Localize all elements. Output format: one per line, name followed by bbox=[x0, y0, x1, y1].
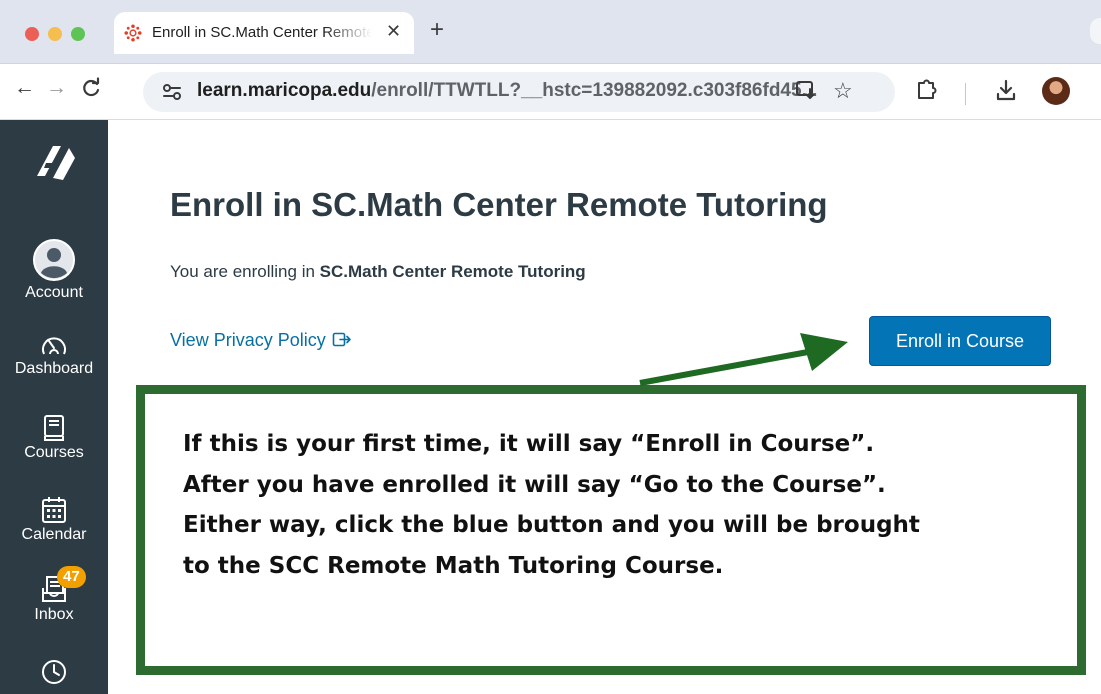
callout-line: If this is your first time, it will say … bbox=[183, 431, 875, 457]
bookmark-star-icon[interactable]: ☆ bbox=[833, 78, 853, 104]
extensions-puzzle-icon[interactable] bbox=[915, 76, 937, 104]
browser-toolbar: ← → learn.maricopa.edu/enroll/TTWTLL?__h… bbox=[0, 64, 1101, 120]
address-bar[interactable]: learn.maricopa.edu/enroll/TTWTLL?__hstc=… bbox=[143, 72, 895, 112]
new-tab-button[interactable]: + bbox=[430, 16, 444, 44]
download-icon[interactable] bbox=[995, 78, 1017, 104]
sidebar-item-label: Courses bbox=[24, 444, 84, 461]
sidebar-item-history[interactable] bbox=[0, 658, 108, 686]
clock-icon bbox=[42, 660, 66, 684]
minimize-window-button[interactable] bbox=[48, 27, 62, 41]
canvas-favicon-icon bbox=[124, 24, 142, 42]
calendar-icon bbox=[42, 497, 66, 523]
install-app-icon[interactable] bbox=[795, 79, 817, 101]
browser-tab-active[interactable]: Enroll in SC.Math Center Remote Tutoring… bbox=[114, 12, 414, 54]
callout-line: to the SCC Remote Math Tutoring Course. bbox=[183, 552, 724, 579]
callout-line: Either way, click the blue button and yo… bbox=[183, 512, 920, 538]
forward-arrow-icon[interactable]: → bbox=[46, 76, 67, 100]
maximize-window-button[interactable] bbox=[71, 27, 85, 41]
sidebar-item-label: Inbox bbox=[34, 606, 74, 623]
global-nav-sidebar: Account Dashboard Courses Calendar 47 In… bbox=[0, 120, 108, 694]
close-window-button[interactable] bbox=[25, 27, 39, 41]
maricopa-logo-icon[interactable] bbox=[29, 136, 81, 188]
back-arrow-icon[interactable]: ← bbox=[14, 76, 35, 100]
sidebar-item-dashboard[interactable]: Dashboard bbox=[0, 332, 108, 378]
profile-avatar[interactable] bbox=[1042, 77, 1070, 105]
book-icon bbox=[44, 415, 64, 441]
dashboard-gauge-icon bbox=[42, 337, 66, 355]
sidebar-item-courses[interactable]: Courses bbox=[0, 414, 108, 462]
sidebar-item-label: Dashboard bbox=[14, 360, 94, 377]
tab-search-button[interactable] bbox=[1090, 18, 1101, 44]
instruction-callout: If this is your first time, it will say … bbox=[136, 385, 1086, 675]
url-text[interactable]: learn.maricopa.edu/enroll/TTWTLL?__hstc=… bbox=[197, 80, 817, 102]
sidebar-item-account[interactable]: Account bbox=[0, 238, 108, 302]
sidebar-item-calendar[interactable]: Calendar bbox=[0, 496, 108, 544]
site-info-icon[interactable] bbox=[161, 81, 183, 103]
privacy-policy-link[interactable]: View Privacy Policy bbox=[170, 330, 352, 351]
course-name: SC.Math Center Remote Tutoring bbox=[319, 262, 586, 281]
enroll-in-course-button[interactable]: Enroll in Course bbox=[869, 316, 1051, 366]
toolbar-divider bbox=[965, 83, 966, 105]
inbox-unread-badge: 47 bbox=[57, 566, 86, 588]
callout-text: If this is your first time, it will say … bbox=[183, 424, 920, 586]
tab-title: Enroll in SC.Math Center Remote Tutoring bbox=[152, 24, 372, 41]
page-title: Enroll in SC.Math Center Remote Tutoring bbox=[170, 186, 828, 223]
sidebar-item-inbox[interactable]: 47 Inbox bbox=[0, 566, 108, 624]
reload-icon[interactable] bbox=[80, 77, 102, 99]
sidebar-item-label: Account bbox=[25, 284, 83, 301]
callout-line: After you have enrolled it will say “Go … bbox=[183, 471, 886, 498]
browser-tab-bar: Enroll in SC.Math Center Remote Tutoring… bbox=[0, 0, 1101, 64]
user-avatar-icon bbox=[33, 239, 75, 281]
external-link-icon bbox=[332, 332, 351, 347]
sidebar-item-label: Calendar bbox=[21, 526, 87, 543]
enrollment-message: You are enrolling in SC.Math Center Remo… bbox=[170, 262, 586, 281]
tab-close-icon[interactable]: ✕ bbox=[386, 21, 401, 42]
